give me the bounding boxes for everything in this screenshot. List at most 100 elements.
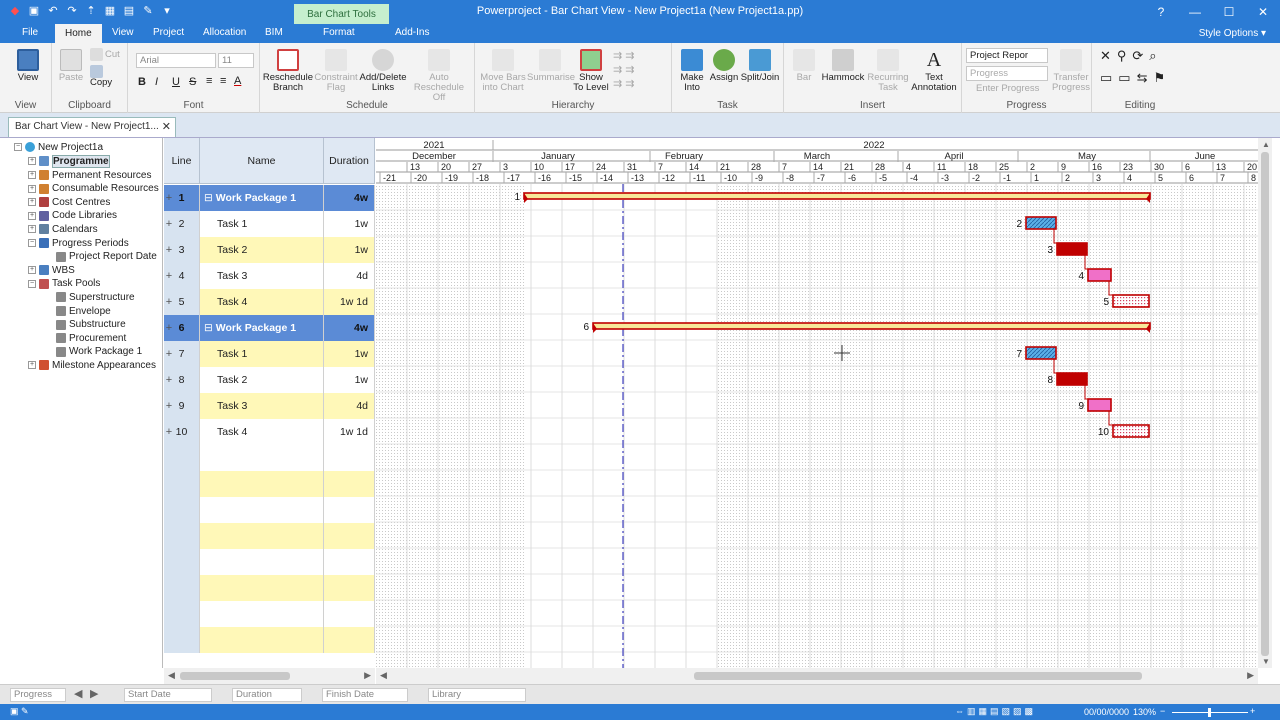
paste-button[interactable]: Paste — [56, 49, 86, 83]
name-cell[interactable] — [200, 445, 324, 471]
tab-home[interactable]: Home — [55, 24, 102, 43]
line-cell[interactable] — [164, 575, 200, 601]
duration-cell[interactable]: 1w 1d — [324, 289, 375, 315]
summary-bar[interactable] — [523, 192, 1151, 200]
line-cell[interactable] — [164, 627, 200, 653]
vertical-scroll-thumb[interactable] — [1261, 152, 1269, 656]
close-tab-icon[interactable]: ✕ — [162, 120, 171, 133]
grid-scroll-thumb[interactable] — [180, 672, 290, 680]
make-into-button[interactable]: Make Into — [676, 49, 708, 93]
help-icon[interactable]: ? — [1144, 0, 1178, 24]
minimize-icon[interactable]: — — [1178, 0, 1212, 24]
table-row[interactable] — [164, 627, 375, 653]
task-bar[interactable] — [1025, 216, 1057, 230]
duration-cell[interactable] — [324, 497, 375, 523]
name-cell[interactable]: Task 4 — [200, 289, 324, 315]
task-bar[interactable] — [1112, 294, 1150, 308]
name-cell[interactable]: Task 3 — [200, 263, 324, 289]
constraint-flag-button[interactable]: Constraint Flag — [314, 49, 358, 93]
row-expand-icon[interactable]: + — [164, 237, 174, 263]
duration-cell[interactable]: 1w — [324, 341, 375, 367]
table-row[interactable]: 3 Task 2 1w + — [164, 237, 375, 263]
line-cell[interactable] — [164, 497, 200, 523]
show-to-level-button[interactable]: Show To Level — [573, 49, 609, 93]
tab-add-ins[interactable]: Add-Ins — [395, 27, 429, 38]
scroll-right-icon[interactable]: ▶ — [364, 670, 371, 681]
chart-horizontal-scrollbar[interactable]: ◀ ▶ — [376, 668, 1258, 684]
tab-format[interactable]: Format — [323, 27, 355, 38]
tree-item-permanent-resources[interactable]: + Permanent Resources — [28, 169, 152, 182]
chart-scroll-right-icon[interactable]: ▶ — [1247, 670, 1254, 681]
copy-button[interactable]: Copy — [90, 65, 127, 88]
task-bar[interactable] — [1025, 346, 1057, 360]
row-expand-icon[interactable]: + — [164, 341, 174, 367]
table-row[interactable]: 9 Task 3 4d + — [164, 393, 375, 419]
hammock-button[interactable]: Hammock — [820, 49, 866, 83]
table-row[interactable]: 1 ⊟ Work Package 1 4w + — [164, 185, 375, 211]
duration-cell[interactable]: 4w — [324, 315, 375, 341]
tree-item-project-report-date[interactable]: Project Report Date — [56, 250, 157, 263]
table-row[interactable] — [164, 471, 375, 497]
cut-button[interactable]: Cut — [90, 48, 120, 61]
auto-reschedule-button[interactable]: Auto Reschedule Off — [408, 49, 470, 103]
row-expand-icon[interactable]: + — [164, 419, 174, 445]
align-center-icon[interactable]: ≡ — [220, 76, 226, 87]
expand-icon[interactable]: + — [28, 157, 36, 166]
progress-field[interactable]: Progress — [10, 688, 66, 702]
recurring-task-button[interactable]: Recurring Task — [866, 49, 910, 93]
header-line[interactable]: Line — [164, 138, 200, 184]
editing-icons-row1[interactable]: ✕⚲⟳⌕ — [1100, 49, 1163, 62]
font-color-icon[interactable]: A — [234, 76, 241, 87]
close-icon[interactable]: ✕ — [1246, 0, 1280, 24]
bar-chart-area[interactable]: -21 -20 -19 -18 -17 -16 -15 -14 -13 -12 -11 -10 -9 -8… — [376, 138, 1258, 668]
name-cell[interactable]: Task 4 — [200, 419, 324, 445]
gantt-svg[interactable]: -21 -20 -19 -18 -17 -16 -15 -14 -13 -12 -11 -10 -9 -8… — [376, 138, 1258, 668]
tree-item-superstructure[interactable]: Superstructure — [56, 291, 135, 304]
document-tab[interactable]: Bar Chart View - New Project1... ✕ — [8, 117, 176, 137]
collapse-icon[interactable]: − — [28, 279, 36, 288]
table-row[interactable]: 6 ⊟ Work Package 1 4w + — [164, 315, 375, 341]
table-row[interactable] — [164, 523, 375, 549]
name-cell[interactable]: ⊟ Work Package 1 — [200, 185, 324, 211]
name-cell[interactable] — [200, 471, 324, 497]
table-row[interactable] — [164, 497, 375, 523]
tree-item-task-pools[interactable]: − Task Pools — [28, 277, 100, 290]
progress-combo[interactable]: Progress — [966, 66, 1048, 81]
transfer-progress-button[interactable]: Transfer Progress — [1052, 49, 1090, 93]
font-size-combo[interactable]: 11 — [218, 53, 254, 68]
name-cell[interactable]: ⊟ Work Package 1 — [200, 315, 324, 341]
tree-item-envelope[interactable]: Envelope — [56, 305, 111, 318]
duration-cell[interactable]: 1w 1d — [324, 419, 375, 445]
row-expand-icon[interactable]: + — [164, 315, 174, 341]
underline-button[interactable]: U — [172, 77, 180, 88]
duration-field[interactable]: Duration — [232, 688, 302, 702]
tab-view[interactable]: View — [112, 27, 134, 38]
table-row[interactable] — [164, 445, 375, 471]
expand-icon[interactable]: + — [28, 170, 36, 179]
collapse-icon[interactable]: ⊟ — [204, 192, 216, 204]
expand-icon[interactable]: + — [28, 266, 36, 275]
scroll-down-icon[interactable]: ▼ — [1262, 657, 1270, 666]
table-row[interactable] — [164, 549, 375, 575]
tab-project[interactable]: Project — [153, 27, 184, 38]
duration-cell[interactable] — [324, 523, 375, 549]
duration-cell[interactable]: 1w — [324, 211, 375, 237]
tab-file[interactable]: File — [22, 27, 38, 38]
tree-root[interactable]: − New Project1a — [14, 141, 103, 154]
table-row[interactable] — [164, 601, 375, 627]
table-row[interactable]: 7 Task 1 1w + — [164, 341, 375, 367]
task-bar[interactable] — [1087, 268, 1112, 282]
row-expand-icon[interactable]: + — [164, 289, 174, 315]
duration-cell[interactable]: 4d — [324, 263, 375, 289]
maximize-icon[interactable]: ☐ — [1212, 0, 1246, 24]
strikethrough-button[interactable]: S — [189, 77, 196, 88]
name-cell[interactable]: Task 2 — [200, 237, 324, 263]
line-cell[interactable] — [164, 601, 200, 627]
tree-item-cost-centres[interactable]: + Cost Centres — [28, 196, 110, 209]
tree-item-work-package-1[interactable]: Work Package 1 — [56, 345, 142, 358]
collapse-icon[interactable]: − — [28, 238, 36, 247]
tree-item-wbs[interactable]: + WBS — [28, 264, 75, 277]
name-cell[interactable]: Task 1 — [200, 341, 324, 367]
name-cell[interactable]: Task 1 — [200, 211, 324, 237]
row-expand-icon[interactable]: + — [164, 211, 174, 237]
